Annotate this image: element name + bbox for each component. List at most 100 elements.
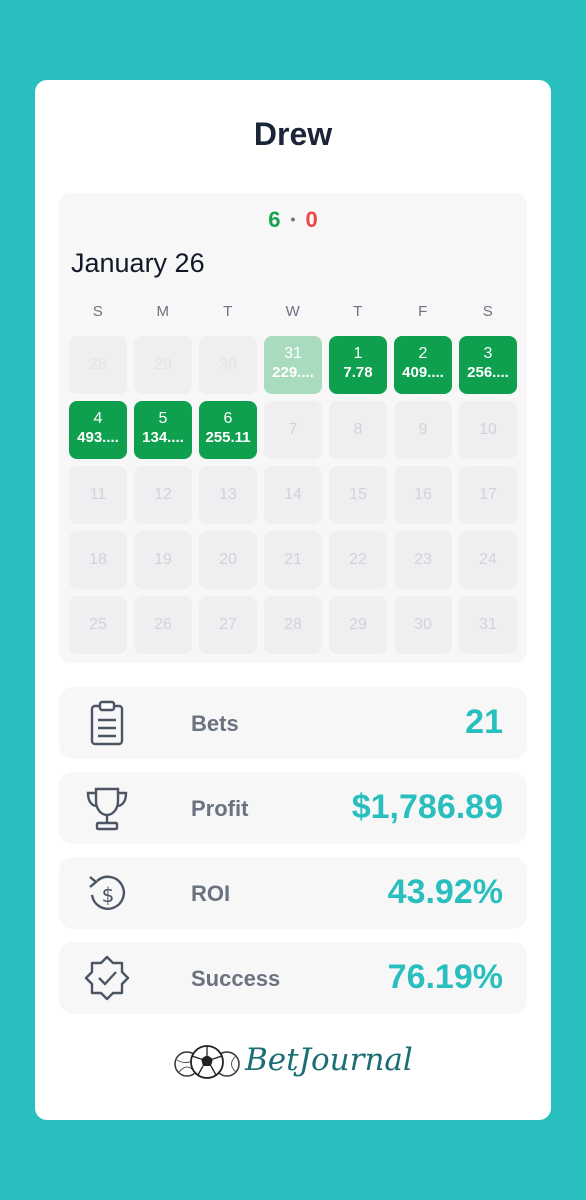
calendar-day[interactable]: 26 xyxy=(134,596,192,654)
svg-text:$: $ xyxy=(102,883,115,907)
day-number: 19 xyxy=(154,551,172,568)
day-profit: 256.... xyxy=(467,364,509,381)
calendar-day[interactable]: 22 xyxy=(329,531,387,589)
calendar-day[interactable]: 6 255.11 xyxy=(199,401,257,459)
stat-profit: Profit $1,786.89 xyxy=(59,772,527,844)
day-number: 29 xyxy=(154,356,172,373)
calendar-day[interactable]: 24 xyxy=(459,531,517,589)
day-number: 5 xyxy=(158,410,168,427)
roi-label: ROI xyxy=(191,881,231,906)
success-label: Success xyxy=(191,966,281,991)
calendar-day-prev-month[interactable]: 30 xyxy=(199,336,257,394)
losses-count: 0 xyxy=(305,207,318,232)
day-profit: 7.78 xyxy=(343,364,373,381)
trophy-icon xyxy=(86,787,128,831)
day-number: 10 xyxy=(479,421,497,438)
day-number: 6 xyxy=(223,410,233,427)
day-number: 29 xyxy=(349,616,367,633)
day-number: 1 xyxy=(353,345,363,362)
calendar-day[interactable]: 7 xyxy=(264,401,322,459)
day-number: 17 xyxy=(479,486,497,503)
profit-label: Profit xyxy=(191,796,249,821)
day-number: 3 xyxy=(483,345,493,362)
record-separator: • xyxy=(290,211,296,227)
day-number: 12 xyxy=(154,486,172,503)
calendar-day[interactable]: 10 xyxy=(459,401,517,459)
calendar-day[interactable]: 18 xyxy=(69,531,127,589)
weekday-label: W xyxy=(285,303,301,320)
verified-badge-icon xyxy=(84,955,130,1001)
day-number: 22 xyxy=(349,551,367,568)
day-number: 18 xyxy=(89,551,107,568)
day-number: 15 xyxy=(349,486,367,503)
day-number: 31 xyxy=(284,345,302,362)
weekday-label: S xyxy=(92,303,104,320)
calendar-day[interactable]: 14 xyxy=(264,466,322,524)
calendar-day[interactable]: 21 xyxy=(264,531,322,589)
calendar-day-prev-month[interactable]: 31 229.... xyxy=(264,336,322,394)
brand-logo: BetJournal xyxy=(173,1042,413,1086)
day-profit: 493.... xyxy=(77,429,119,446)
month-label: January 26 xyxy=(71,248,205,278)
day-number: 21 xyxy=(284,551,302,568)
sports-balls-icon xyxy=(174,1045,240,1079)
calendar-day[interactable]: 29 xyxy=(329,596,387,654)
stat-roi: $ ROI 43.92% xyxy=(59,857,527,929)
calendar-day[interactable]: 9 xyxy=(394,401,452,459)
calendar-day[interactable]: 12 xyxy=(134,466,192,524)
calendar-day[interactable]: 8 xyxy=(329,401,387,459)
day-number: 9 xyxy=(418,421,428,438)
calendar-day[interactable]: 5 134.... xyxy=(134,401,192,459)
calendar-day[interactable]: 27 xyxy=(199,596,257,654)
bets-value: 21 xyxy=(465,703,503,741)
day-number: 14 xyxy=(284,486,302,503)
calendar-day[interactable]: 20 xyxy=(199,531,257,589)
calendar-day[interactable]: 19 xyxy=(134,531,192,589)
calendar-day[interactable]: 31 xyxy=(459,596,517,654)
calendar-day[interactable]: 4 493.... xyxy=(69,401,127,459)
calendar-day-prev-month[interactable]: 29 xyxy=(134,336,192,394)
calendar-day[interactable]: 25 xyxy=(69,596,127,654)
day-profit: 255.11 xyxy=(205,429,251,446)
day-number: 4 xyxy=(93,410,103,427)
success-value: 76.19% xyxy=(387,958,503,996)
day-number: 27 xyxy=(219,616,237,633)
calendar-day[interactable]: 15 xyxy=(329,466,387,524)
day-profit: 134.... xyxy=(142,429,184,446)
weekday-label: T xyxy=(223,303,233,320)
calendar-day[interactable]: 30 xyxy=(394,596,452,654)
calendar-day[interactable]: 17 xyxy=(459,466,517,524)
day-number: 28 xyxy=(284,616,302,633)
stat-success: Success 76.19% xyxy=(59,942,527,1014)
day-number: 2 xyxy=(418,345,428,362)
brand-name: BetJournal xyxy=(245,1042,413,1078)
profile-card: Drew 6 • 0 January 26 SMTWTFS 28 29 30 31 229.… xyxy=(35,80,551,1120)
day-number: 25 xyxy=(89,616,107,633)
day-number: 13 xyxy=(219,486,237,503)
calendar-day[interactable]: 28 xyxy=(264,596,322,654)
calendar-day[interactable]: 16 xyxy=(394,466,452,524)
calendar-day[interactable]: 1 7.78 xyxy=(329,336,387,394)
day-number: 23 xyxy=(414,551,432,568)
day-profit: 409.... xyxy=(402,364,444,381)
calendar-panel: 6 • 0 January 26 SMTWTFS 28 29 30 31 229.... 1 7… xyxy=(59,193,527,663)
calendar-day[interactable]: 11 xyxy=(69,466,127,524)
day-number: 8 xyxy=(353,421,363,438)
profit-value: $1,786.89 xyxy=(351,788,503,826)
bets-label: Bets xyxy=(191,711,239,736)
clipboard-icon xyxy=(90,700,124,746)
calendar-day-prev-month[interactable]: 28 xyxy=(69,336,127,394)
day-number: 16 xyxy=(414,486,432,503)
calendar-day[interactable]: 2 409.... xyxy=(394,336,452,394)
weekday-label: F xyxy=(418,303,428,320)
win-loss-record: 6 • 0 xyxy=(59,207,527,233)
day-number: 28 xyxy=(89,356,107,373)
day-number: 11 xyxy=(89,486,107,503)
calendar-day[interactable]: 13 xyxy=(199,466,257,524)
weekday-label: S xyxy=(482,303,494,320)
roi-value: 43.92% xyxy=(387,873,503,911)
day-number: 26 xyxy=(154,616,172,633)
calendar-day[interactable]: 23 xyxy=(394,531,452,589)
calendar-day[interactable]: 3 256.... xyxy=(459,336,517,394)
day-number: 31 xyxy=(479,616,497,633)
